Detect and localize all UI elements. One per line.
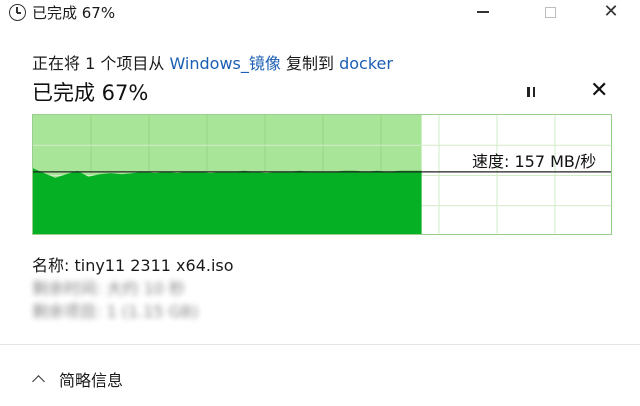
items-remaining: 剩余项目: 1 (1.15 GB) — [32, 302, 199, 321]
less-details-label: 简略信息 — [59, 371, 124, 390]
pause-icon — [527, 87, 530, 97]
pause-button[interactable] — [521, 83, 541, 101]
copy-description: 正在将 1 个项目从 Windows_镜像 复制到 docker — [32, 50, 393, 74]
chevron-up-icon — [32, 375, 45, 388]
minimize-button[interactable] — [455, 0, 511, 24]
close-button[interactable]: ✕ — [583, 0, 639, 24]
maximize-button[interactable] — [522, 0, 578, 24]
copy-middle: 复制到 — [280, 54, 340, 73]
maximize-icon — [544, 6, 556, 18]
window-title: 已完成 67% — [32, 4, 116, 22]
minimize-icon — [477, 11, 489, 13]
speed-graph-svg — [33, 115, 611, 234]
divider — [0, 344, 640, 345]
cancel-button[interactable]: ✕ — [590, 80, 608, 102]
clock-icon — [9, 4, 26, 21]
speed-graph — [32, 114, 612, 235]
less-details-toggle[interactable]: 简略信息 — [32, 367, 124, 391]
time-remaining: 剩余时间: 大约 10 秒 — [32, 279, 186, 298]
progress-title: 已完成 67% — [32, 81, 149, 105]
close-icon: ✕ — [603, 1, 619, 22]
file-name: 名称: tiny11 2311 x64.iso — [32, 256, 234, 275]
details-panel: 名称: tiny11 2311 x64.iso 剩余时间: 大约 10 秒 剩余… — [32, 254, 234, 323]
speed-area — [33, 168, 422, 234]
title-bar: 已完成 67% ✕ — [0, 0, 640, 24]
copy-prefix: 正在将 1 个项目从 — [32, 54, 170, 73]
destination-link[interactable]: docker — [339, 54, 393, 73]
source-link[interactable]: Windows_镜像 — [169, 54, 280, 73]
speed-label: 速度: 157 MB/秒 — [472, 152, 597, 171]
